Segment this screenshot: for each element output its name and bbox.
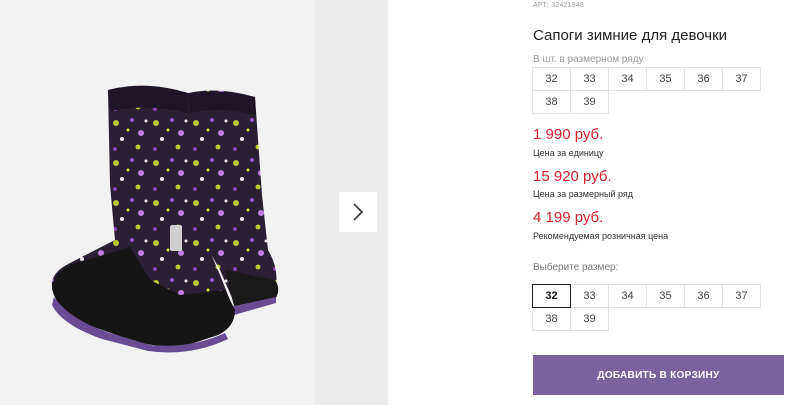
unit-price-note: Цена за единицу: [533, 148, 604, 158]
row-price-note: Цена за размерный ряд: [533, 189, 634, 199]
size-option-36[interactable]: 36: [684, 284, 723, 308]
select-size-label: Выберите размер:: [533, 262, 619, 273]
row-size-cell: 33: [570, 67, 609, 91]
size-option-39[interactable]: 39: [570, 307, 609, 331]
row-size-cell: 38: [532, 90, 571, 114]
row-sizes-label: В шт. в размерном ряду: [533, 54, 644, 65]
row-size-cell: 37: [722, 67, 761, 91]
size-option-32[interactable]: 32: [532, 284, 571, 308]
row-price: 15 920 руб.: [533, 168, 612, 185]
product-title: Сапоги зимние для девочки: [533, 27, 728, 44]
next-image-button[interactable]: [339, 192, 377, 232]
size-option-34[interactable]: 34: [608, 284, 647, 308]
unit-price: 1 990 руб.: [533, 126, 604, 143]
row-size-cell: 39: [570, 90, 609, 114]
row-size-cell: 32: [532, 67, 571, 91]
product-image: [51, 85, 279, 353]
chevron-right-icon: [353, 203, 364, 221]
retail-price: 4 199 руб.: [533, 209, 604, 226]
row-size-cell: 34: [608, 67, 647, 91]
size-selector: 32 33 34 35 36 37 38 39: [532, 284, 762, 331]
retail-price-note: Рекомендуемая розничная цена: [533, 231, 669, 241]
row-sizes-grid: 32 33 34 35 36 37 38 39: [532, 67, 762, 114]
row-size-cell: 36: [684, 67, 723, 91]
size-option-33[interactable]: 33: [570, 284, 609, 308]
product-gallery: [0, 0, 388, 405]
size-option-35[interactable]: 35: [646, 284, 685, 308]
article-number: АРТ: 32421948: [533, 2, 584, 9]
size-option-38[interactable]: 38: [532, 307, 571, 331]
size-option-37[interactable]: 37: [722, 284, 761, 308]
add-to-cart-button[interactable]: ДОБАВИТЬ В КОРЗИНУ: [533, 355, 784, 395]
row-size-cell: 35: [646, 67, 685, 91]
